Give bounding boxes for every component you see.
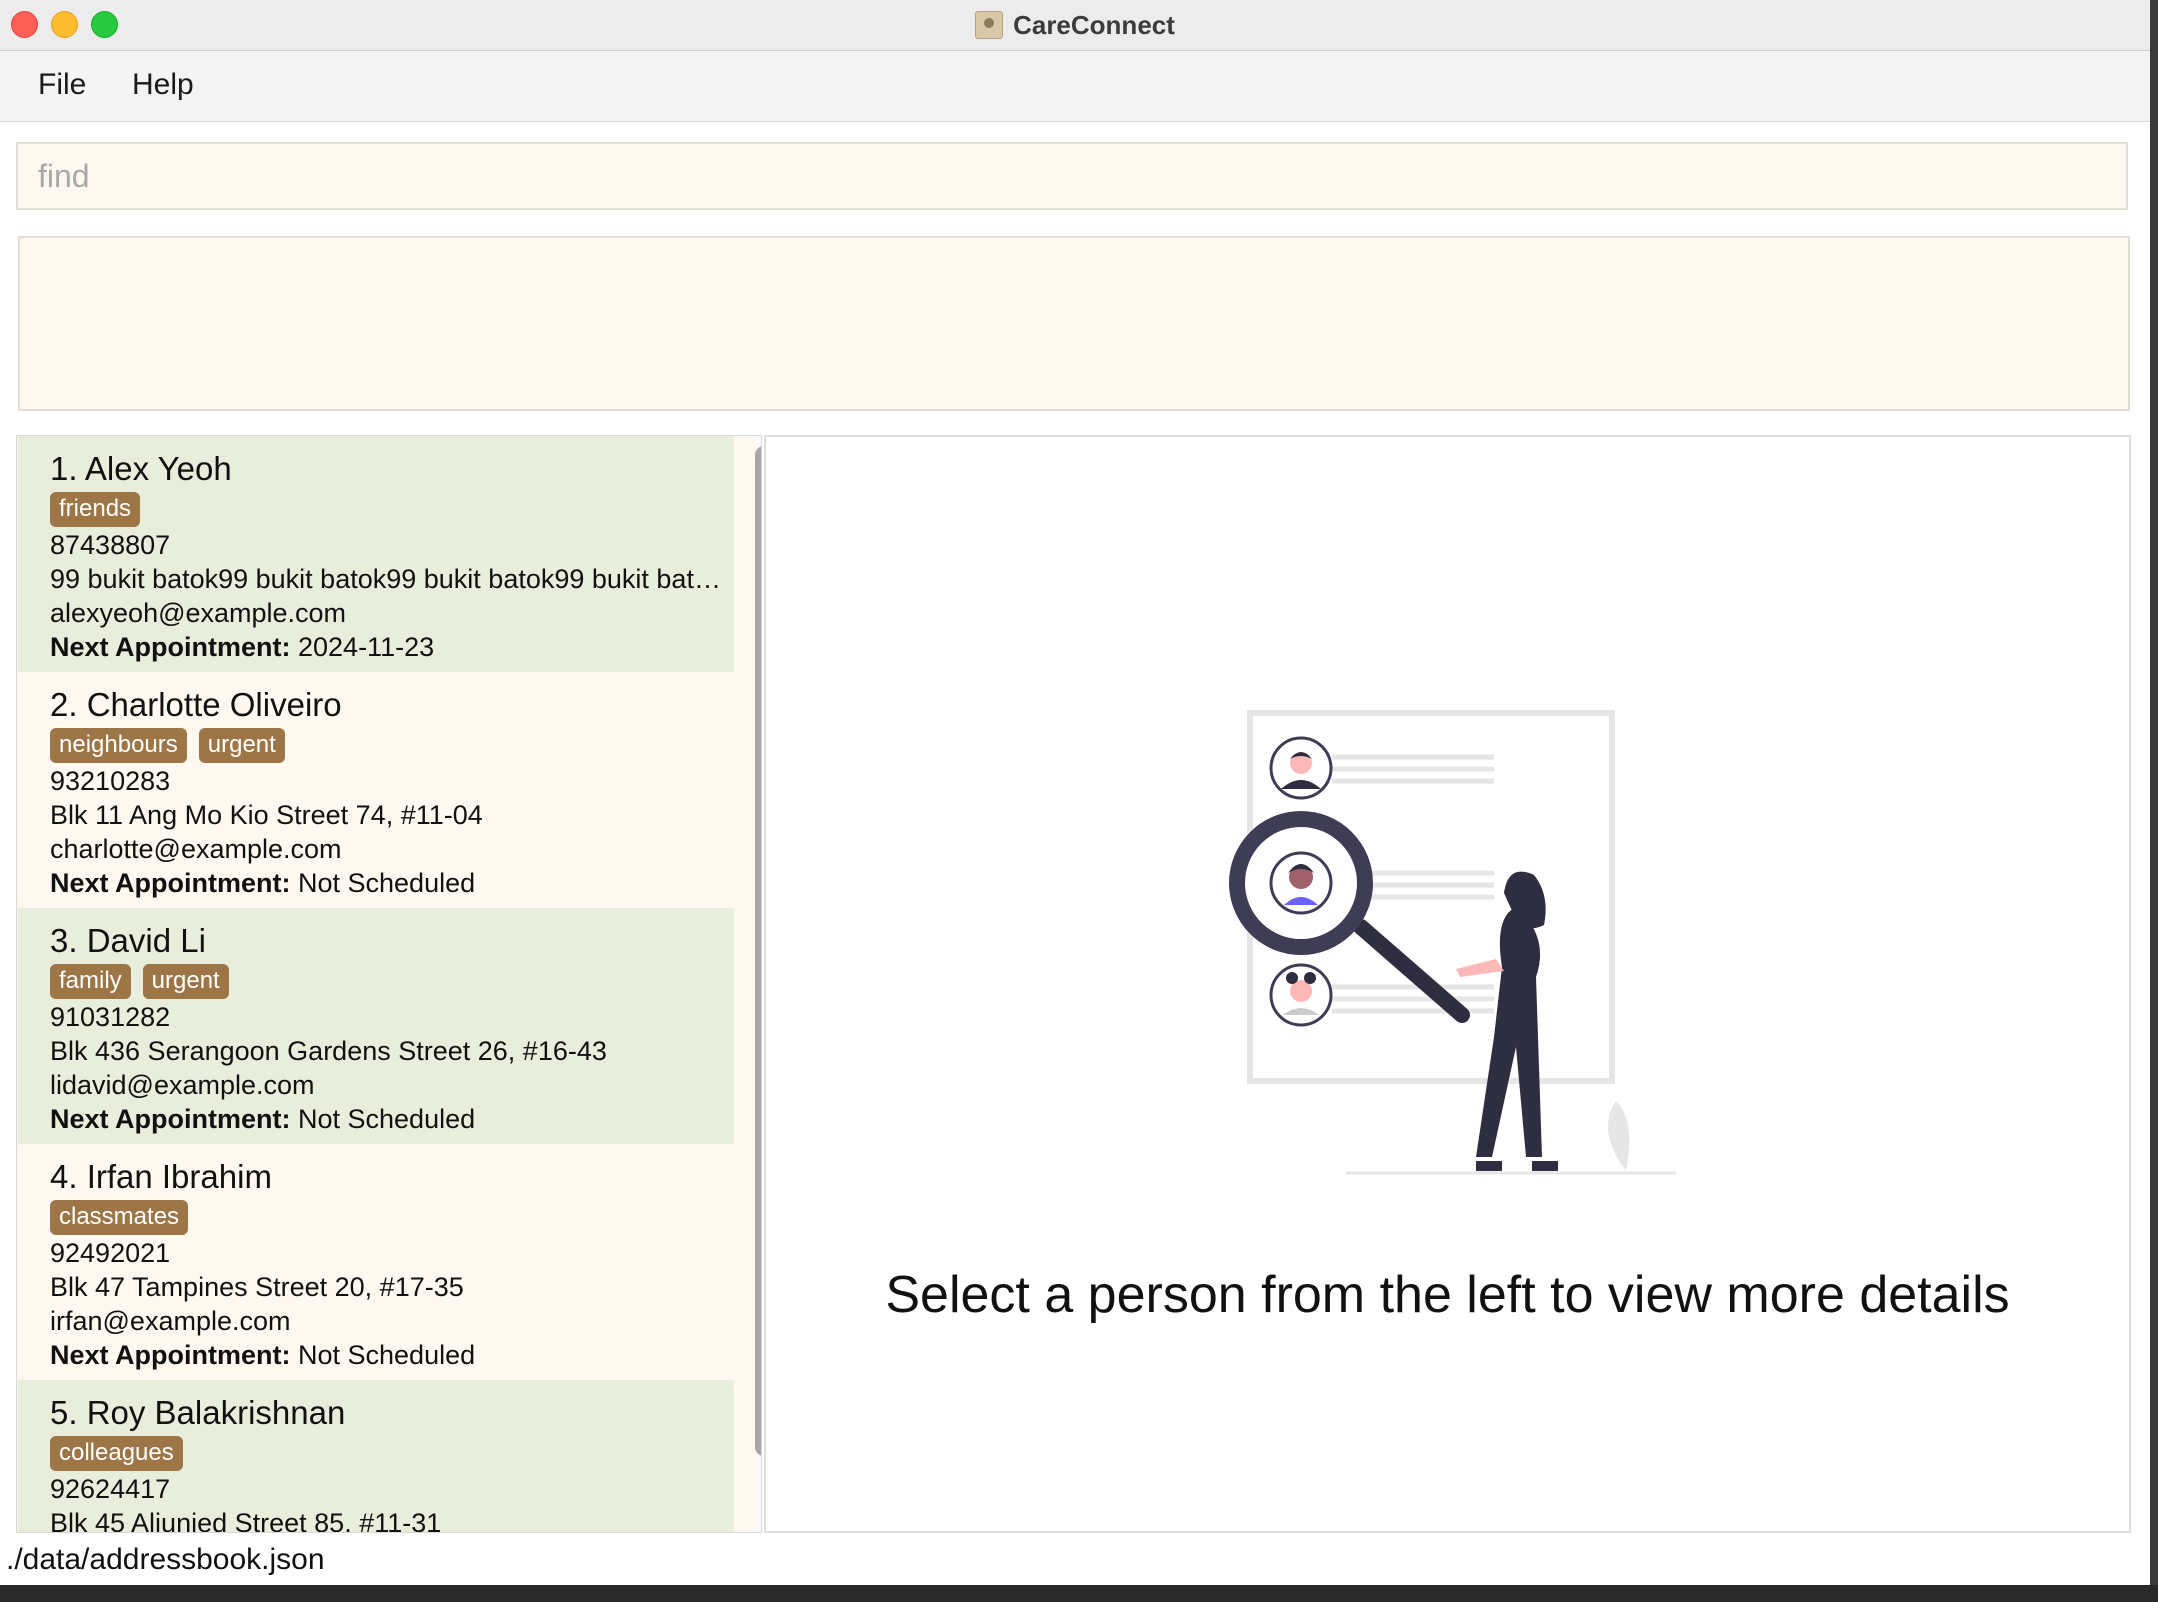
person-phone: 93210283	[50, 766, 171, 796]
appointment-label: Next Appointment:	[50, 1104, 291, 1134]
person-tags: colleagues	[50, 1434, 734, 1472]
person-address: Blk 45 Aljunied Street 85, #11-31	[50, 1508, 442, 1533]
person-name: 1. Alex Yeoh	[50, 450, 232, 487]
appointment-value: 2024-11-23	[298, 632, 435, 662]
person-address: Blk 47 Tampines Street 20, #17-35	[50, 1272, 464, 1302]
background-strip	[0, 1585, 2158, 1602]
person-tags: classmates	[50, 1198, 734, 1236]
person-email: charlotte@example.com	[50, 834, 342, 864]
person-email: irfan@example.com	[50, 1306, 291, 1336]
person-phone: 91031282	[50, 1002, 171, 1032]
person-phone: 92624417	[50, 1474, 171, 1504]
person-phone: 87438807	[50, 530, 171, 560]
tag-badge: family	[50, 963, 131, 999]
person-appointment: Next Appointment: Not Scheduled	[50, 1102, 730, 1136]
person-name: 2. Charlotte Oliveiro	[50, 686, 342, 723]
person-card[interactable]: 3. David Li family urgent 91031282 Blk 436 S…	[18, 908, 734, 1144]
tag-badge: colleagues	[50, 1435, 183, 1471]
appointment-value: Not Scheduled	[298, 1340, 476, 1370]
tag-badge: urgent	[142, 963, 229, 999]
window-title-group: CareConnect	[0, 0, 2150, 50]
appointment-label: Next Appointment:	[50, 632, 291, 662]
appointment-label: Next Appointment:	[50, 1340, 291, 1370]
menu-help[interactable]: Help	[132, 68, 194, 102]
details-panel: Select a person from the left to view mo…	[764, 435, 2131, 1533]
command-input[interactable]	[16, 142, 2128, 210]
person-appointment: Next Appointment: 2024-11-23	[50, 630, 730, 664]
person-email: alexyeoh@example.com	[50, 598, 347, 628]
tag-badge: neighbours	[50, 727, 187, 763]
person-address: 99 bukit batok99 bukit batok99 bukit bat…	[50, 564, 730, 594]
person-name: 5. Roy Balakrishnan	[50, 1394, 346, 1431]
app-icon	[975, 11, 1004, 39]
appointment-value: Not Scheduled	[298, 1104, 476, 1134]
status-bar: ./data/addressbook.json	[0, 1535, 2150, 1585]
person-name: 3. David Li	[50, 922, 206, 959]
person-appointment: Next Appointment: Not Scheduled	[50, 866, 730, 900]
tag-badge: classmates	[50, 1199, 189, 1235]
person-card[interactable]: 2. Charlotte Oliveiro neighbours urgent 932…	[18, 672, 734, 908]
appointment-label: Next Appointment:	[50, 868, 291, 898]
tag-badge: urgent	[198, 727, 285, 763]
person-tags: friends	[50, 490, 734, 528]
person-card[interactable]: 5. Roy Balakrishnan colleagues 92624417 Blk…	[18, 1380, 734, 1533]
background-edge	[2150, 0, 2158, 1585]
details-placeholder-text: Select a person from the left to view mo…	[885, 1266, 2010, 1324]
menu-file[interactable]: File	[38, 68, 86, 102]
person-email: lidavid@example.com	[50, 1070, 315, 1100]
window-title: CareConnect	[1013, 9, 1175, 40]
save-file-path: ./data/addressbook.json	[6, 1543, 325, 1576]
person-tags: neighbours urgent	[50, 726, 734, 764]
scrollbar-thumb[interactable]	[755, 446, 761, 1456]
appointment-value: Not Scheduled	[298, 868, 476, 898]
title-bar: CareConnect	[0, 0, 2150, 51]
person-phone: 92492021	[50, 1238, 171, 1268]
menu-bar: File Help	[0, 51, 2150, 122]
person-address: Blk 436 Serangoon Gardens Street 26, #16…	[50, 1036, 607, 1066]
person-list: 1. Alex Yeoh friends 87438807 99 bukit bato…	[16, 435, 762, 1533]
tag-badge: friends	[50, 491, 141, 527]
result-display	[18, 236, 2130, 411]
person-card[interactable]: 4. Irfan Ibrahim classmates 92492021 Blk 47…	[18, 1144, 734, 1380]
person-address: Blk 11 Ang Mo Kio Street 74, #11-04	[50, 800, 483, 830]
search-person-illustration	[1229, 710, 1676, 1175]
person-name: 4. Irfan Ibrahim	[50, 1158, 272, 1195]
person-tags: family urgent	[50, 962, 734, 1000]
person-appointment: Next Appointment: Not Scheduled	[50, 1338, 730, 1372]
person-card[interactable]: 1. Alex Yeoh friends 87438807 99 bukit bato…	[18, 436, 734, 672]
